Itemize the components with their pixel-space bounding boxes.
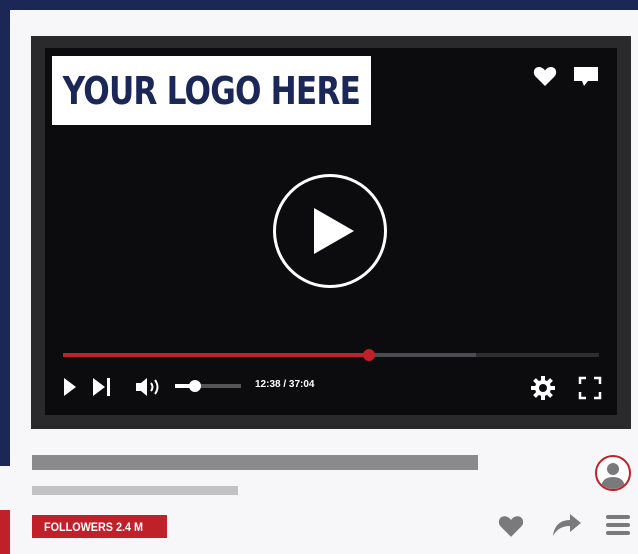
user-icon [601, 463, 625, 489]
heart-icon [498, 516, 524, 537]
fullscreen-icon [578, 376, 602, 400]
menu-button[interactable] [606, 514, 630, 541]
progress-handle[interactable] [362, 349, 375, 361]
followers-badge: FOLLOWERS 2.4 M [32, 515, 167, 538]
logo-placeholder: YOUR LOGO HERE [52, 56, 371, 125]
background-navy-strip-left [0, 0, 10, 466]
channel-avatar[interactable] [595, 455, 631, 491]
big-play-button[interactable] [273, 174, 387, 288]
comment-icon[interactable] [572, 64, 600, 93]
fullscreen-button[interactable] [578, 376, 602, 405]
volume-handle[interactable] [188, 380, 201, 392]
time-display: 12:38 / 37:04 [255, 379, 315, 390]
like-button[interactable] [498, 514, 524, 543]
video-player-frame: YOUR LOGO HERE 12:38 / 37:04 [31, 36, 631, 429]
volume-slider[interactable] [175, 380, 241, 392]
progress-played [63, 353, 369, 357]
heart-icon[interactable] [533, 65, 557, 92]
share-icon [553, 514, 581, 536]
play-icon [64, 378, 76, 396]
settings-icon [531, 376, 555, 400]
skip-next-icon [93, 378, 110, 396]
settings-button[interactable] [530, 375, 556, 406]
background-red-strip-left [0, 510, 10, 554]
volume-icon [136, 378, 159, 396]
skip-next-button[interactable] [92, 377, 112, 402]
menu-icon [606, 515, 630, 535]
play-icon [314, 208, 354, 254]
video-screen[interactable]: YOUR LOGO HERE 12:38 / 37:04 [45, 48, 617, 415]
play-button[interactable] [63, 377, 77, 402]
background-navy-strip-top [0, 0, 638, 10]
progress-bar[interactable] [63, 349, 599, 361]
video-subtitle-placeholder [32, 486, 238, 495]
video-title-placeholder [32, 455, 478, 470]
logo-text: YOUR LOGO HERE [62, 68, 361, 113]
followers-count: FOLLOWERS 2.4 M [44, 519, 144, 534]
share-button[interactable] [551, 512, 583, 543]
volume-button[interactable] [135, 376, 165, 403]
